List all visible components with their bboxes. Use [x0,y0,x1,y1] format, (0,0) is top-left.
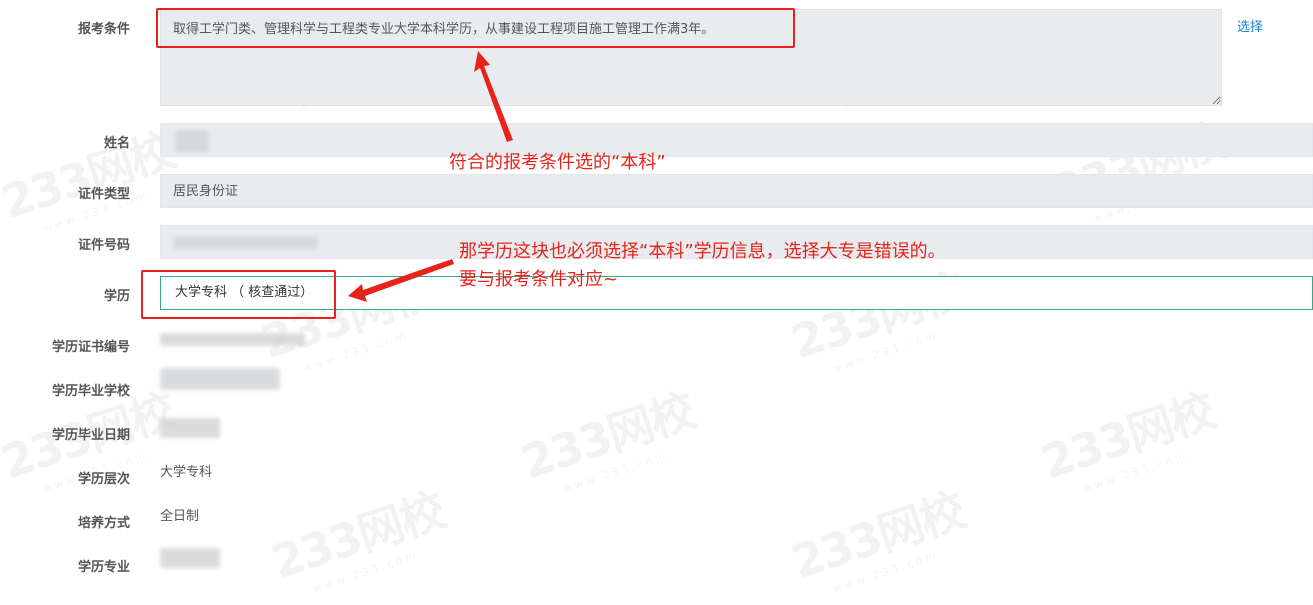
condition-label: 报考条件 [77,22,130,37]
name-field[interactable] [160,123,1313,157]
grad-date-label: 学历毕业日期 [51,428,130,443]
id-number-label: 证件号码 [77,238,130,253]
redacted-major [160,548,220,568]
name-label: 姓名 [103,136,130,151]
annotation-note-2-line2: 要与报考条件对应~ [459,269,619,290]
id-type-label: 证件类型 [77,187,130,202]
id-type-value: 居民身份证 [173,184,239,199]
watermark: 233网校www.233.com [784,482,971,596]
annotation-note-2-line1: 那学历这块也必须选择“本科”学历信息，选择大专是错误的。 [459,241,946,262]
cert-no-label: 学历证书编号 [51,340,130,355]
watermark: 233网校www.233.com [1034,382,1221,496]
select-link[interactable]: 选择 [1237,16,1263,35]
id-type-field[interactable]: 居民身份证 [160,174,1313,208]
watermark: 233网校www.233.com [514,382,701,496]
mode-label: 培养方式 [77,516,130,531]
redacted-school [160,368,280,390]
redacted-cert-no [160,333,305,346]
watermark: 233网校www.233.com [264,482,451,596]
redacted-id-number [173,237,318,249]
level-label: 学历层次 [77,472,130,487]
highlight-box-condition [156,8,795,48]
level-value: 大学专科 [160,465,213,480]
watermark: 233网校www.233.com [784,262,971,376]
education-label: 学历 [103,289,130,304]
highlight-box-education [141,270,336,319]
annotation-note-1: 符合的报考条件选的“本科” [449,152,666,173]
redacted-name [175,130,209,152]
mode-value: 全日制 [160,509,200,524]
school-label: 学历毕业学校 [51,384,130,399]
major-label: 学历专业 [77,560,130,575]
redacted-grad-date [160,418,220,438]
